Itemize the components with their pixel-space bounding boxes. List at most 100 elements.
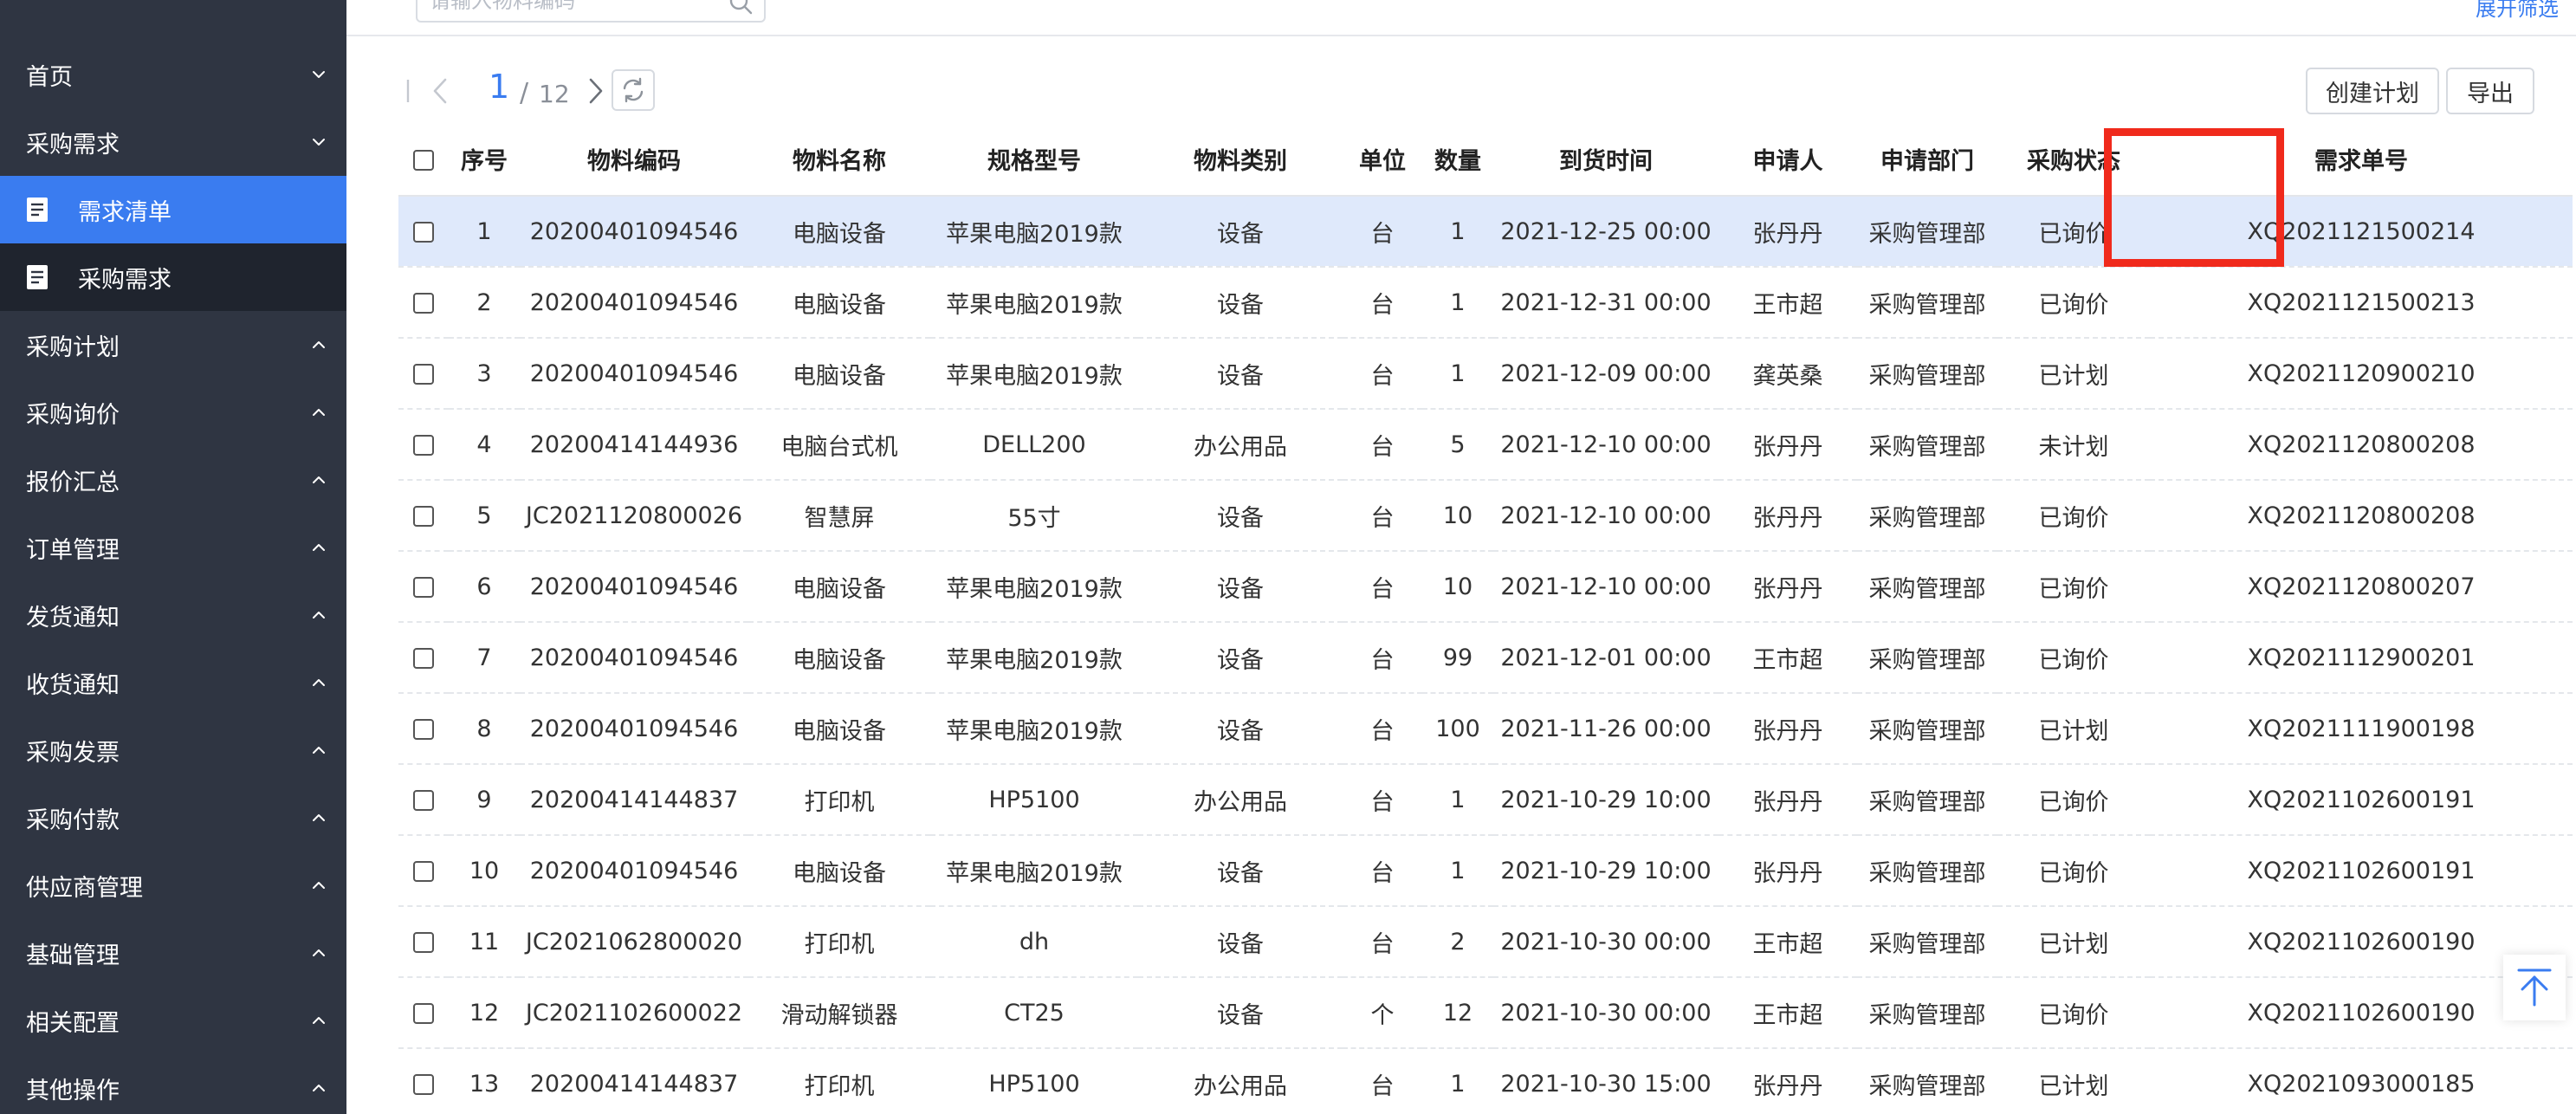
row-checkbox[interactable] bbox=[413, 790, 434, 811]
current-page[interactable]: 1 bbox=[489, 68, 509, 106]
table-row[interactable]: 5 JC2021120800026 智慧屏 55寸 设备台 10 2021-12-10 00… bbox=[398, 480, 2573, 552]
cell-category: 设备 bbox=[1138, 196, 1343, 268]
cell-arrival: 2021-12-10 00:00 bbox=[1493, 409, 1718, 481]
row-select-cell bbox=[398, 196, 449, 268]
cell-spec: 苹果电脑2019款 bbox=[930, 622, 1138, 694]
row-select-cell bbox=[398, 906, 449, 978]
cell-spec: 苹果电脑2019款 bbox=[930, 267, 1138, 339]
row-checkbox[interactable] bbox=[413, 222, 434, 243]
table-row[interactable]: 7 20200401094546 电脑设备 苹果电脑2019款 设备台 99 2021-12… bbox=[398, 622, 2573, 694]
table-row[interactable]: 11 JC2021062800020 打印机 dh 设备台 2 2021-10-30 00:… bbox=[398, 906, 2573, 978]
export-button[interactable]: 导出 bbox=[2446, 68, 2534, 114]
sidebar-item[interactable]: 收货通知 bbox=[0, 649, 346, 716]
refresh-button[interactable] bbox=[612, 69, 655, 111]
row-select-cell bbox=[398, 622, 449, 694]
data-table: 序号 物料编码 物料名称 规格型号 物料类别 单位 数量 到货时间 申请人 申请部门 采购状态 需求单… bbox=[398, 123, 2576, 1114]
table-row[interactable]: 1 20200401094546 电脑设备 苹果电脑2019款 设备台 1 2021-12-… bbox=[398, 196, 2573, 268]
cell-applicant: 王市超 bbox=[1718, 267, 1857, 339]
sidebar-item[interactable]: 发货通知 bbox=[0, 581, 346, 649]
cell-category: 设备 bbox=[1138, 551, 1343, 623]
table-row[interactable]: 9 20200414144837 打印机 HP5100 办公用品台 1 2021-10-29… bbox=[398, 764, 2573, 836]
sidebar-item[interactable]: 采购需求 bbox=[0, 108, 346, 176]
cell-no: 7 bbox=[449, 622, 520, 694]
sidebar-item[interactable]: 采购付款 bbox=[0, 784, 346, 852]
cell-order: XQ2021120800207 bbox=[2150, 551, 2573, 623]
row-checkbox[interactable] bbox=[413, 435, 434, 456]
table-row[interactable]: 8 20200401094546 电脑设备 苹果电脑2019款 设备台 100 2021-1… bbox=[398, 693, 2573, 765]
column-header: 序号 bbox=[449, 123, 520, 197]
row-checkbox[interactable] bbox=[413, 1074, 434, 1095]
cell-order: XQ2021121500213 bbox=[2150, 267, 2573, 339]
sidebar-item[interactable]: 供应商管理 bbox=[0, 852, 346, 919]
sidebar-item[interactable]: 其他操作 bbox=[0, 1054, 346, 1114]
row-select-cell bbox=[398, 551, 449, 623]
cell-applicant: 张丹丹 bbox=[1718, 693, 1857, 765]
cell-unit: 台 bbox=[1343, 764, 1422, 836]
cell-code: JC2021062800020 bbox=[520, 906, 748, 978]
sidebar-item[interactable]: 报价汇总 bbox=[0, 446, 346, 514]
cell-spec: dh bbox=[930, 906, 1138, 978]
sidebar-item-label: 报价汇总 bbox=[26, 469, 120, 496]
chevron-right-icon[interactable] bbox=[582, 76, 608, 106]
sidebar-subitem[interactable]: 需求清单 bbox=[0, 176, 346, 243]
table-row[interactable]: 3 20200401094546 电脑设备 苹果电脑2019款 设备台 1 2021-12-… bbox=[398, 338, 2573, 410]
row-checkbox[interactable] bbox=[413, 861, 434, 882]
row-checkbox[interactable] bbox=[413, 648, 434, 669]
row-checkbox[interactable] bbox=[413, 932, 434, 953]
cell-name: 智慧屏 bbox=[748, 480, 930, 552]
row-checkbox[interactable] bbox=[413, 364, 434, 385]
cell-no: 11 bbox=[449, 906, 520, 978]
cell-applicant: 张丹丹 bbox=[1718, 551, 1857, 623]
sidebar: 首页 采购需求 需求清单 采购需求 采购计划 采购询价 报价汇总 订单管理 发货通知 收货通知 采购… bbox=[0, 0, 346, 1114]
row-checkbox[interactable] bbox=[413, 293, 434, 314]
row-checkbox[interactable] bbox=[413, 1003, 434, 1024]
column-header: 需求单号 bbox=[2150, 123, 2573, 197]
cell-no: 13 bbox=[449, 1048, 520, 1114]
sidebar-item-label: 需求清单 bbox=[78, 198, 172, 226]
cell-unit: 台 bbox=[1343, 622, 1422, 694]
search-input[interactable] bbox=[430, 0, 724, 21]
row-checkbox[interactable] bbox=[413, 719, 434, 740]
search-box[interactable] bbox=[416, 0, 766, 23]
sidebar-item[interactable]: 首页 bbox=[0, 41, 346, 108]
chevron-up-icon bbox=[310, 1012, 327, 1029]
table-row[interactable]: 12 JC2021102600022 滑动解锁器 CT25 设备个 12 2021-10-3… bbox=[398, 977, 2573, 1049]
back-to-top-button[interactable] bbox=[2503, 955, 2566, 1020]
chevron-up-icon bbox=[310, 471, 327, 489]
filter-strip: 展开筛选 bbox=[346, 0, 2576, 36]
cell-spec: 苹果电脑2019款 bbox=[930, 338, 1138, 410]
column-header: 物料类别 bbox=[1138, 123, 1343, 197]
create-plan-button[interactable]: 创建计划 bbox=[2306, 68, 2439, 114]
cell-status: 已计划 bbox=[1997, 338, 2150, 410]
sidebar-item[interactable]: 采购计划 bbox=[0, 311, 346, 379]
cell-order: XQ2021120800208 bbox=[2150, 480, 2573, 552]
sidebar-subitem[interactable]: 采购需求 bbox=[0, 243, 346, 311]
expand-filter-link[interactable]: 展开筛选 bbox=[2476, 0, 2559, 22]
table-row[interactable]: 6 20200401094546 电脑设备 苹果电脑2019款 设备台 10 2021-12… bbox=[398, 551, 2573, 623]
cell-category: 设备 bbox=[1138, 906, 1343, 978]
cell-applicant: 张丹丹 bbox=[1718, 1048, 1857, 1114]
row-select-cell bbox=[398, 1048, 449, 1114]
row-checkbox[interactable] bbox=[413, 577, 434, 598]
chevron-up-icon bbox=[310, 809, 327, 826]
sidebar-item[interactable]: 相关配置 bbox=[0, 987, 346, 1054]
sidebar-item[interactable]: 基础管理 bbox=[0, 919, 346, 987]
table-row[interactable]: 10 20200401094546 电脑设备 苹果电脑2019款 设备台 1 2021-10… bbox=[398, 835, 2573, 907]
table-header-row: 序号 物料编码 物料名称 规格型号 物料类别 单位 数量 到货时间 申请人 申请部门 采购状态 需求单… bbox=[398, 123, 2573, 197]
select-all-checkbox[interactable] bbox=[413, 149, 434, 171]
table-row[interactable]: 2 20200401094546 电脑设备 苹果电脑2019款 设备台 1 2021-12-… bbox=[398, 267, 2573, 339]
chevron-left-icon[interactable] bbox=[428, 76, 454, 106]
cell-no: 2 bbox=[449, 267, 520, 339]
table-row[interactable]: 13 20200414144837 打印机 HP5100 办公用品台 1 2021-10-3… bbox=[398, 1048, 2573, 1114]
sidebar-item[interactable]: 采购发票 bbox=[0, 716, 346, 784]
cell-category: 办公用品 bbox=[1138, 1048, 1343, 1114]
table-row[interactable]: 4 20200414144936 电脑台式机 DELL200 办公用品台 5 2021-12… bbox=[398, 409, 2573, 481]
row-checkbox[interactable] bbox=[413, 506, 434, 527]
sidebar-item[interactable]: 采购询价 bbox=[0, 379, 346, 446]
sidebar-item[interactable]: 订单管理 bbox=[0, 514, 346, 581]
cell-no: 3 bbox=[449, 338, 520, 410]
search-icon[interactable] bbox=[728, 0, 754, 16]
sidebar-item-label: 采购付款 bbox=[26, 806, 120, 834]
first-page-icon[interactable] bbox=[405, 78, 411, 104]
sidebar-item-label: 采购发票 bbox=[26, 739, 120, 767]
